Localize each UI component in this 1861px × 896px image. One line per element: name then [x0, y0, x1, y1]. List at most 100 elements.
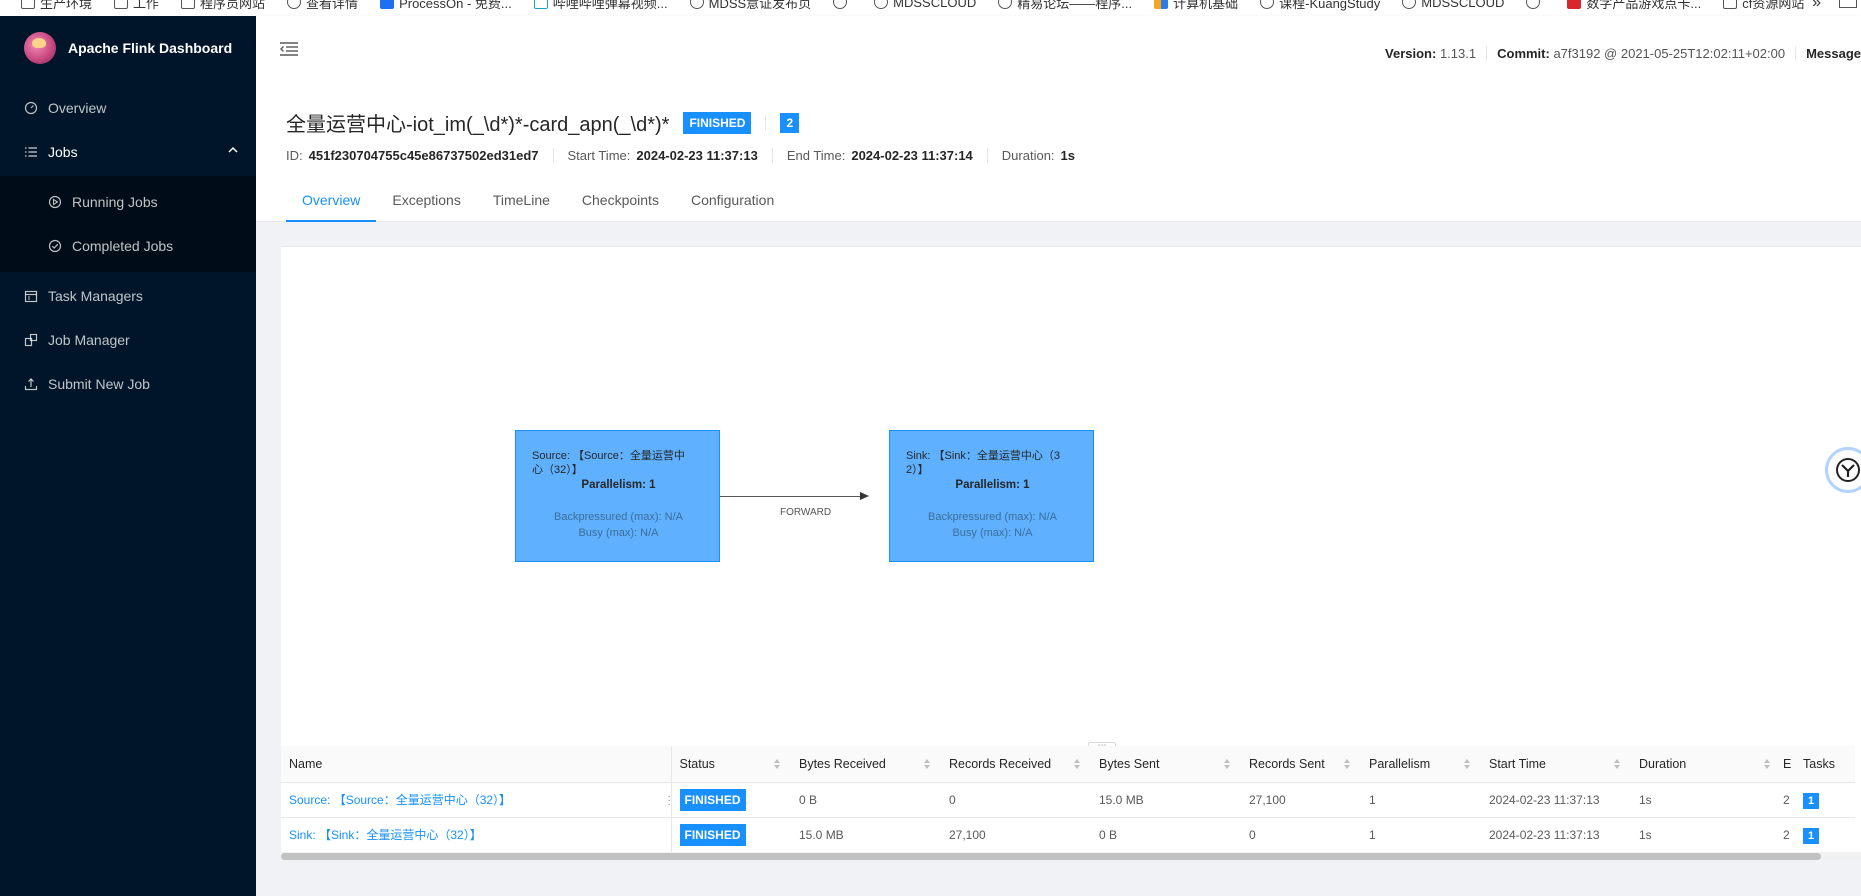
- divider: [765, 114, 767, 131]
- drag-handle-icon[interactable]: · · ·: [668, 791, 671, 809]
- job-name: 全量运营中心-iot_im(_\d*)*-card_apn(_\d*)*: [286, 114, 670, 136]
- end-time: 2: [1781, 782, 1795, 818]
- column-header-end-time[interactable]: E: [1781, 746, 1795, 783]
- sidebar-item-task-managers[interactable]: Task Managers: [0, 276, 256, 316]
- sidebar-item-completed-jobs[interactable]: Completed Jobs: [0, 226, 256, 266]
- globe-icon: [689, 0, 704, 9]
- sidebar-item-label: Overview: [48, 100, 107, 116]
- column-header-name[interactable]: Name: [281, 746, 672, 783]
- column-header-parallelism[interactable]: Parallelism: [1361, 746, 1481, 783]
- sort-icon[interactable]: [1074, 759, 1081, 769]
- bookmark[interactable]: 生产环境: [10, 0, 103, 13]
- graph-node-sink[interactable]: Sink: 【Sink：全量运营中心（3 2）】 Parallelism: 1 …: [889, 430, 1094, 562]
- sort-icon[interactable]: [1614, 759, 1621, 769]
- edge-label: FORWARD: [780, 507, 832, 518]
- commit-value: a7f3192 @ 2021-05-25T12:02:11+02:00: [1553, 46, 1786, 61]
- column-header-records-sent[interactable]: Records Sent: [1241, 746, 1361, 783]
- folder-icon: [114, 0, 129, 9]
- bookmark[interactable]: 程序员网站: [170, 0, 276, 13]
- menu-fold-icon[interactable]: [280, 42, 298, 56]
- sort-icon[interactable]: [1764, 759, 1771, 769]
- node-busy: Busy (max): N/A: [952, 527, 1033, 539]
- records-received: 27,100: [941, 817, 1091, 852]
- app-title: Apache Flink Dashboard: [68, 40, 233, 56]
- sidebar-item-submit-new-job[interactable]: Submit New Job: [0, 364, 256, 404]
- task-count-badge[interactable]: 1: [1803, 827, 1820, 844]
- check-circle-icon: [48, 239, 62, 253]
- column-header-duration[interactable]: Duration: [1631, 746, 1781, 783]
- node-busy: Busy (max): N/A: [578, 527, 659, 539]
- folder-icon[interactable]: [1839, 0, 1857, 8]
- node-name: 2）】: [906, 464, 929, 476]
- logo[interactable]: Apache Flink Dashboard: [0, 16, 256, 80]
- bookmark[interactable]: MDSS意证发布页: [679, 0, 823, 13]
- bookmark[interactable]: ProcessOn - 免费...: [369, 0, 523, 13]
- node-name: Sink: 【Sink：全量运营中心（3: [906, 450, 1061, 462]
- scrollbar-thumb[interactable]: [281, 853, 1821, 860]
- bookmark[interactable]: 精易论坛——程序...: [987, 0, 1143, 13]
- column-header-start-time[interactable]: Start Time: [1481, 746, 1631, 783]
- vertex-name-link[interactable]: Sink: 【Sink：全量运营中心（32）】: [281, 817, 672, 852]
- tab-exceptions[interactable]: Exceptions: [376, 180, 476, 222]
- bookmark[interactable]: 工作: [103, 0, 170, 13]
- vertex-name-link[interactable]: Source: 【Source：全量运营中心（32）】 · · ·: [281, 782, 672, 818]
- content-background: [256, 861, 1861, 896]
- job-graph[interactable]: Source: 【Source：全量运营中 心（32）】 Parallelism…: [281, 246, 1861, 746]
- bookmark[interactable]: MDSSCLOUD: [1391, 0, 1515, 13]
- bookmark[interactable]: 查看详情: [276, 0, 369, 13]
- bookmark[interactable]: [822, 0, 863, 13]
- bookmark[interactable]: [1515, 0, 1556, 13]
- graph-node-source[interactable]: Source: 【Source：全量运营中 心（32）】 Parallelism…: [515, 430, 720, 562]
- list-icon: [24, 145, 38, 159]
- sidebar-menu: Overview Jobs Running Jobs Completed Job…: [0, 88, 256, 404]
- column-header-bytes-sent[interactable]: Bytes Sent: [1091, 746, 1241, 783]
- bookmark[interactable]: 哔哩哔哩弹幕视频...: [523, 0, 679, 13]
- bookmark[interactable]: 计算机基础: [1143, 0, 1249, 13]
- column-header-tasks[interactable]: Tasks: [1795, 746, 1855, 783]
- globe-icon: [1526, 0, 1541, 9]
- sidebar-item-jobs[interactable]: Jobs: [0, 132, 256, 172]
- node-name: Source: 【Source：全量运营中: [532, 450, 685, 462]
- chevron-up-icon: [228, 146, 238, 153]
- table-row[interactable]: Sink: 【Sink：全量运营中心（32）】 FINISHED 15.0 MB…: [281, 817, 1855, 852]
- tab-overview[interactable]: Overview: [286, 180, 377, 222]
- bookmarks-bar: 生产环境 工作 程序员网站 查看详情 ProcessOn - 免费... 哔哩哔…: [0, 0, 1861, 16]
- globe-icon: [1402, 0, 1417, 9]
- sort-icon[interactable]: [1224, 759, 1231, 769]
- message-label[interactable]: Message: [1806, 46, 1861, 61]
- sort-icon[interactable]: [1344, 759, 1351, 769]
- start-time: 2024-02-23 11:37:13: [1481, 782, 1631, 818]
- bookmark[interactable]: 课程-KuangStudy: [1249, 0, 1391, 13]
- end-time: 2: [1781, 817, 1795, 852]
- sidebar-item-overview[interactable]: Overview: [0, 88, 256, 128]
- tab-configuration[interactable]: Configuration: [675, 180, 790, 222]
- bookmark[interactable]: MDSSCLOUD: [863, 0, 987, 13]
- bookmark[interactable]: cf资源网站: [1712, 0, 1815, 13]
- column-header-bytes-received[interactable]: Bytes Received: [791, 746, 941, 783]
- job-end-time: 2024-02-23 11:37:14: [851, 148, 973, 163]
- sidebar-item-running-jobs[interactable]: Running Jobs: [0, 182, 256, 222]
- sort-icon[interactable]: [774, 759, 781, 769]
- job-tabs: Overview Exceptions TimeLine Checkpoints…: [286, 180, 790, 222]
- horizontal-scrollbar[interactable]: [281, 852, 1861, 861]
- assistant-icon[interactable]: [1825, 447, 1861, 493]
- bookmark[interactable]: 数字产品游戏点卡...: [1556, 0, 1712, 13]
- node-backpressure: Backpressured (max): N/A: [928, 511, 1057, 523]
- top-header: Version: 1.13.1 Commit: a7f3192 @ 2021-0…: [256, 16, 1861, 80]
- table-row[interactable]: Source: 【Source：全量运营中心（32）】 · · · FINISHED …: [281, 782, 1855, 818]
- status-badge: FINISHED: [679, 823, 746, 846]
- tab-timeline[interactable]: TimeLine: [477, 180, 566, 222]
- column-header-status[interactable]: Status: [671, 746, 791, 783]
- kuang-icon: [1260, 0, 1275, 9]
- records-sent: 0: [1241, 817, 1361, 852]
- sidebar-item-job-manager[interactable]: Job Manager: [0, 320, 256, 360]
- sort-icon[interactable]: [924, 759, 931, 769]
- tab-checkpoints[interactable]: Checkpoints: [566, 180, 675, 222]
- processon-icon: [380, 0, 395, 9]
- column-header-records-received[interactable]: Records Received: [941, 746, 1091, 783]
- duration: 1s: [1631, 817, 1781, 852]
- sort-icon[interactable]: [1464, 759, 1471, 769]
- task-count-badge[interactable]: 1: [1803, 792, 1820, 809]
- bytes-sent: 15.0 MB: [1091, 782, 1241, 818]
- more-bookmarks-icon[interactable]: »: [1812, 0, 1821, 12]
